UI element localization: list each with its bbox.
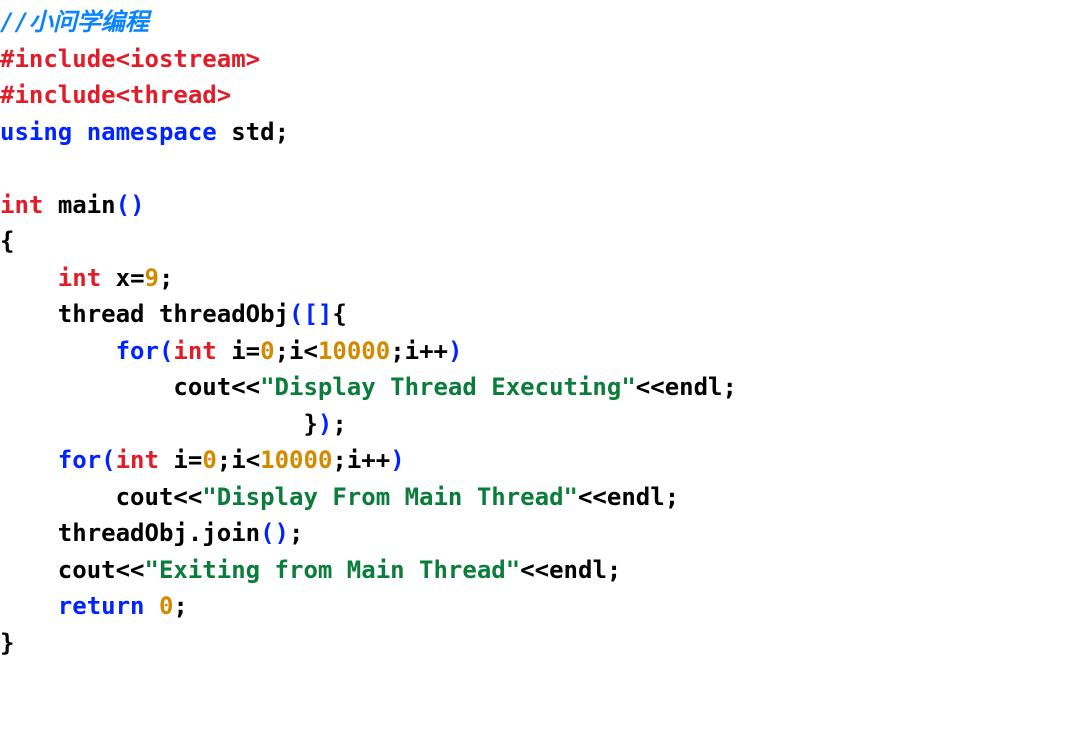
x-ident: x [116, 264, 130, 292]
indent [0, 483, 116, 511]
return-keyword: return [58, 592, 145, 620]
include-iostream: #include<iostream> [0, 45, 260, 73]
cout-ident: cout [116, 483, 174, 511]
lparen: ( [101, 446, 115, 474]
dot: . [188, 519, 202, 547]
num-0: 0 [202, 446, 216, 474]
indent [0, 337, 116, 365]
indent [0, 373, 173, 401]
lparen: ( [260, 519, 274, 547]
semicolon: ; [722, 373, 736, 401]
include-thread: #include<thread> [0, 81, 231, 109]
str-display-thread-exec: "Display Thread Executing" [260, 373, 636, 401]
endl-ident: endl [665, 373, 723, 401]
semicolon: ; [159, 264, 173, 292]
rparen: ) [275, 519, 289, 547]
int-type: int [173, 337, 216, 365]
for-keyword: for [58, 446, 101, 474]
str-display-main: "Display From Main Thread" [202, 483, 578, 511]
endl-ident: endl [549, 556, 607, 584]
ltlt-op: << [520, 556, 549, 584]
endl-ident: endl [607, 483, 665, 511]
semicolon: ; [665, 483, 679, 511]
lbrace: { [0, 227, 14, 255]
num-0: 0 [159, 592, 173, 620]
semicolon: ; [275, 118, 289, 146]
i-ident: i [289, 337, 303, 365]
rparen: ) [390, 446, 404, 474]
str-exiting: "Exiting from Main Thread" [145, 556, 521, 584]
code-block: //小问学编程 #include<iostream> #include<thre… [0, 0, 1068, 661]
lparen: ( [116, 191, 130, 219]
for-keyword: for [116, 337, 159, 365]
semicolon: ; [289, 519, 303, 547]
namespace-keyword: namespace [87, 118, 217, 146]
lt-op: < [246, 446, 260, 474]
semicolon: ; [332, 410, 346, 438]
join-fn: join [202, 519, 260, 547]
rbracket: ] [318, 300, 332, 328]
threadObj-ident: threadObj [159, 300, 289, 328]
ipp: i++ [405, 337, 448, 365]
semicolon: ; [217, 446, 231, 474]
ipp: i++ [347, 446, 390, 474]
i-ident: i [173, 446, 187, 474]
i-ident: i [231, 337, 245, 365]
eq-op: = [130, 264, 144, 292]
indent [0, 519, 58, 547]
semicolon: ; [332, 446, 346, 474]
lparen: ( [159, 337, 173, 365]
lbrace: { [332, 300, 346, 328]
std-ident: std [231, 118, 274, 146]
num-10000: 10000 [260, 446, 332, 474]
thread-type: thread [58, 300, 145, 328]
semicolon: ; [390, 337, 404, 365]
threadObj-ident: threadObj [58, 519, 188, 547]
lbracket: [ [303, 300, 317, 328]
cout-ident: cout [58, 556, 116, 584]
ltlt-op: << [116, 556, 145, 584]
indent [0, 410, 303, 438]
ltlt-op: << [636, 373, 665, 401]
main-fn: main [58, 191, 116, 219]
int-type: int [116, 446, 159, 474]
i-ident: i [231, 446, 245, 474]
author-comment: //小问学编程 [0, 8, 149, 36]
rbrace: } [303, 410, 317, 438]
int-type: int [58, 264, 101, 292]
indent [0, 264, 58, 292]
num-10000: 10000 [318, 337, 390, 365]
rparen: ) [130, 191, 144, 219]
ltlt-op: << [173, 483, 202, 511]
indent [0, 300, 58, 328]
indent [0, 446, 58, 474]
lparen: ( [289, 300, 303, 328]
rbrace: } [0, 629, 14, 657]
ltlt-op: << [231, 373, 260, 401]
ltlt-op: << [578, 483, 607, 511]
num-0: 0 [260, 337, 274, 365]
semicolon: ; [173, 592, 187, 620]
indent [0, 592, 58, 620]
semicolon: ; [275, 337, 289, 365]
eq-op: = [188, 446, 202, 474]
rparen: ) [448, 337, 462, 365]
semicolon: ; [607, 556, 621, 584]
indent [0, 556, 58, 584]
lt-op: < [303, 337, 317, 365]
num-9: 9 [145, 264, 159, 292]
using-keyword: using [0, 118, 72, 146]
cout-ident: cout [173, 373, 231, 401]
eq-op: = [246, 337, 260, 365]
int-type: int [0, 191, 43, 219]
rparen: ) [318, 410, 332, 438]
